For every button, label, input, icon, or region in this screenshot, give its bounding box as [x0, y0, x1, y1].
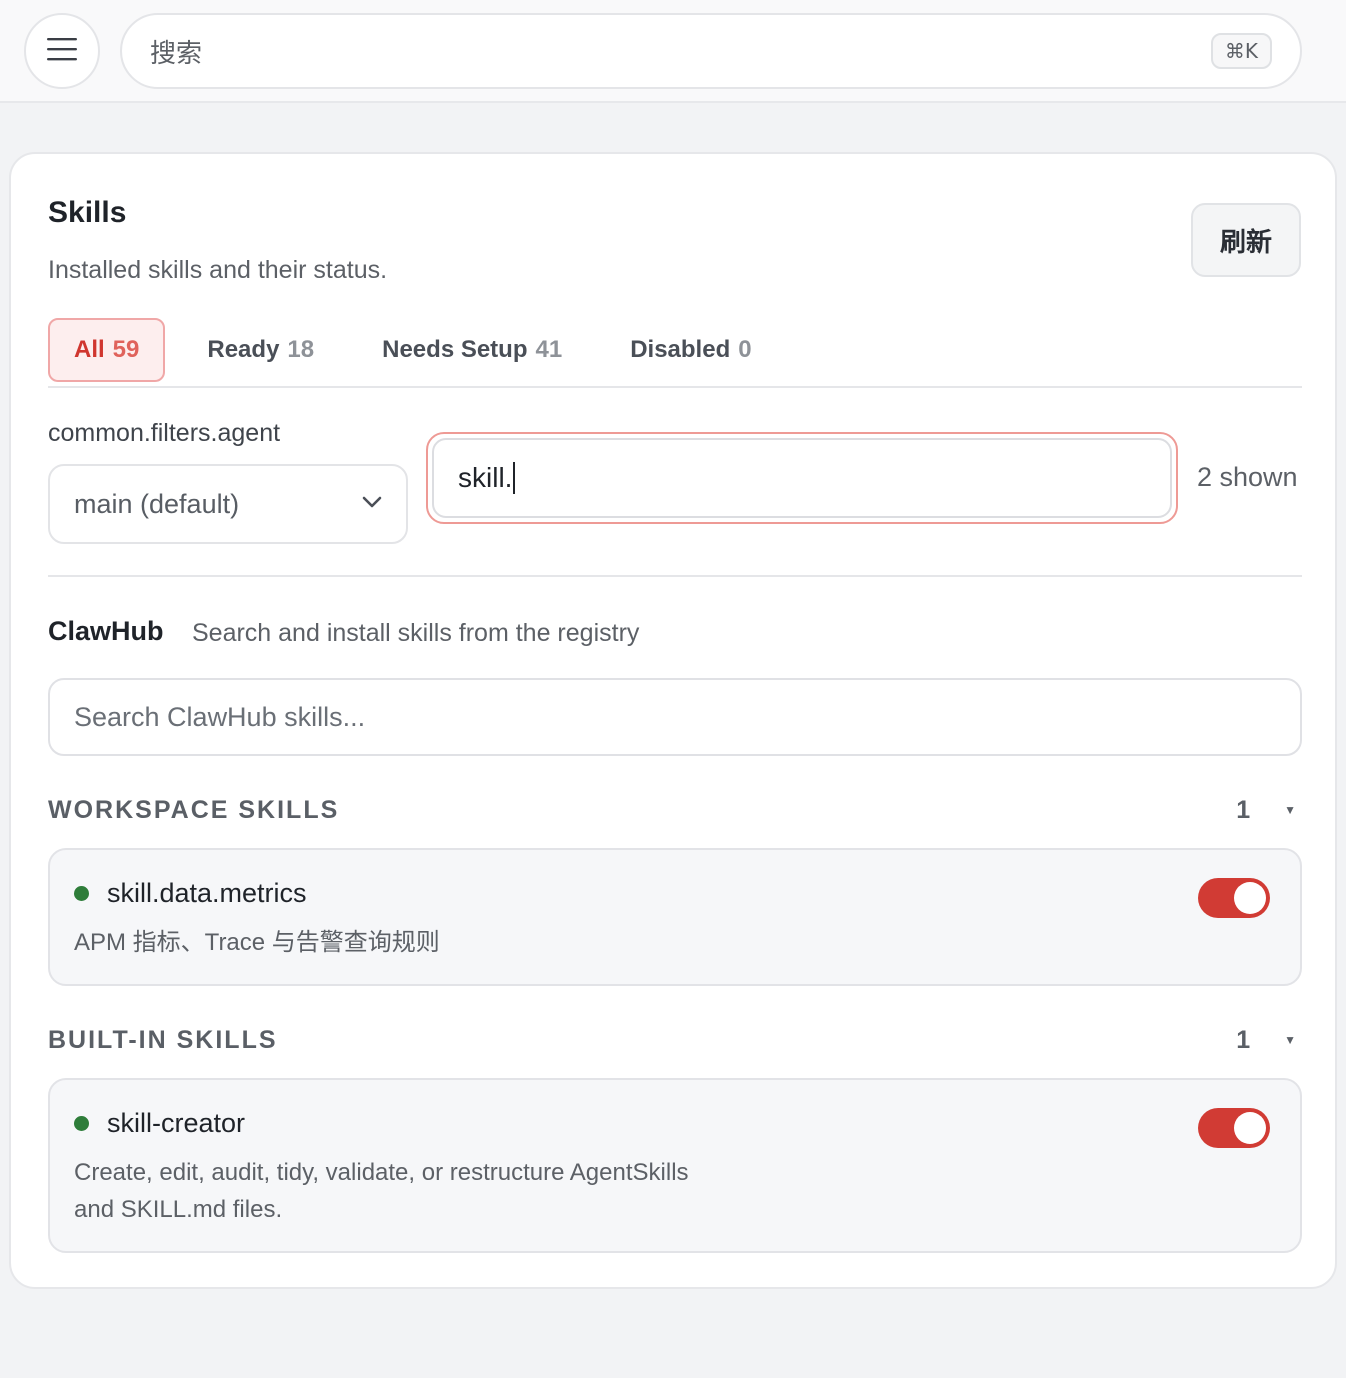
divider [48, 575, 1302, 577]
tab-needs-setup-count: 41 [535, 336, 563, 363]
refresh-button[interactable]: 刷新 [1191, 203, 1301, 277]
skill-description-line: Create, edit, audit, tidy, validate, or … [74, 1159, 689, 1186]
top-bar: 搜索 ⌘K [0, 0, 1346, 103]
skill-name: skill-creator [107, 1108, 246, 1138]
page-title: Skills [48, 196, 127, 229]
skill-header: skill.data.metrics [74, 878, 307, 909]
text-caret [513, 462, 516, 494]
skill-description: APM 指标、Trace 与告警查询规则 [74, 929, 440, 956]
skill-filter-input[interactable]: skill. [432, 438, 1172, 518]
skill-header: skill-creator [74, 1108, 245, 1139]
section-count: 1 [1236, 1025, 1251, 1054]
tab-ready-count: 18 [287, 336, 315, 363]
shortcut-hint: ⌘K [1210, 33, 1272, 69]
skill-filter-focus-ring: skill. [426, 432, 1178, 524]
agent-select-value: main (default) [74, 488, 240, 519]
section-built-in-skills[interactable]: BUILT-IN SKILLS 1 ▼ [48, 1020, 1302, 1060]
skill-name: skill.data.metrics [107, 878, 307, 908]
tab-ready[interactable]: Ready 18 [181, 318, 340, 382]
skill-enabled-toggle[interactable] [1198, 878, 1270, 918]
tab-all[interactable]: All 59 [48, 318, 166, 382]
skill-card[interactable]: skill-creator Create, edit, audit, tidy,… [48, 1078, 1302, 1253]
toggle-knob [1234, 882, 1266, 914]
agent-filter-label: common.filters.agent [48, 419, 281, 447]
status-dot-icon [74, 886, 89, 901]
tab-disabled-count: 0 [738, 336, 752, 363]
status-tabs: All 59 Ready 18 Needs Setup 41 Disabled … [48, 318, 794, 382]
tab-needs-setup[interactable]: Needs Setup 41 [356, 318, 588, 382]
skill-description-line: and SKILL.md files. [74, 1196, 283, 1223]
global-search-input[interactable]: 搜索 ⌘K [120, 13, 1302, 89]
hamburger-menu-icon [46, 36, 78, 67]
section-workspace-skills[interactable]: WORKSPACE SKILLS 1 ▼ [48, 790, 1302, 830]
toggle-knob [1234, 1112, 1266, 1144]
chevron-down-icon [362, 495, 382, 513]
collapse-triangle-icon: ▼ [1284, 1033, 1296, 1047]
status-dot-icon [74, 1116, 89, 1131]
clawhub-description: Search and install skills from the regis… [192, 619, 640, 647]
tab-needs-setup-label: Needs Setup [382, 336, 528, 363]
skill-card[interactable]: skill.data.metrics APM 指标、Trace 与告警查询规则 [48, 848, 1302, 986]
tab-all-label: All [74, 336, 105, 363]
shown-count: 2 shown [1197, 462, 1298, 492]
tab-disabled[interactable]: Disabled 0 [604, 318, 777, 382]
global-search-placeholder: 搜索 [150, 37, 203, 68]
section-title: BUILT-IN SKILLS [48, 1025, 278, 1054]
section-count: 1 [1236, 795, 1251, 824]
page-subtitle: Installed skills and their status. [48, 256, 388, 284]
menu-button[interactable] [24, 13, 100, 89]
collapse-triangle-icon: ▼ [1284, 803, 1296, 817]
skill-filter-value: skill. [458, 462, 513, 493]
agent-select[interactable]: main (default) [48, 464, 408, 544]
tab-disabled-label: Disabled [630, 336, 731, 363]
clawhub-search-input[interactable]: Search ClawHub skills... [48, 678, 1302, 756]
tab-ready-label: Ready [207, 336, 280, 363]
clawhub-title: ClawHub [48, 616, 164, 646]
skills-panel: Skills Installed skills and their status… [9, 152, 1337, 1289]
skill-enabled-toggle[interactable] [1198, 1108, 1270, 1148]
divider [48, 386, 1302, 388]
skill-description: Create, edit, audit, tidy, validate, or … [74, 1154, 774, 1228]
tab-all-count: 59 [112, 336, 140, 363]
section-title: WORKSPACE SKILLS [48, 795, 340, 824]
